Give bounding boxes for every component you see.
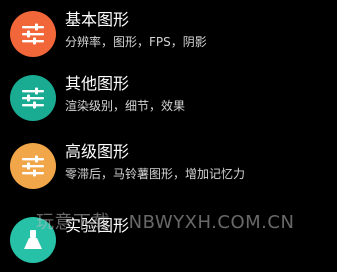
sliders-icon	[10, 11, 56, 57]
item-title: 其他图形	[65, 74, 130, 93]
sliders-icon-glyph	[22, 155, 44, 177]
item-title: 基本图形	[65, 10, 130, 29]
menu-item-advanced-graphics[interactable]: 高级图形 零滞后，马铃薯图形，增加记忆力	[0, 136, 337, 198]
item-title: 实验图形	[65, 216, 130, 235]
sliders-icon-glyph	[22, 23, 44, 45]
sliders-icon-glyph	[22, 87, 44, 109]
flask-icon	[10, 217, 56, 263]
item-subtitle: 零滞后，马铃薯图形，增加记忆力	[65, 167, 246, 181]
menu-item-basic-graphics[interactable]: 基本图形 分辨率，图形，FPS，阴影	[0, 4, 337, 66]
menu-item-experimental-graphics[interactable]: 实验图形	[0, 210, 337, 272]
item-title: 高级图形	[65, 142, 130, 161]
sliders-icon	[10, 75, 56, 121]
sliders-icon	[10, 143, 56, 189]
graphics-settings-list: 基本图形 分辨率，图形，FPS，阴影 其他图形 渲染级别，细节，效果 高级图形 …	[0, 0, 337, 263]
menu-item-other-graphics[interactable]: 其他图形 渲染级别，细节，效果	[0, 68, 337, 130]
item-subtitle: 分辨率，图形，FPS，阴影	[65, 35, 207, 49]
flask-icon-glyph	[24, 230, 42, 249]
item-subtitle: 渲染级别，细节，效果	[65, 99, 186, 113]
